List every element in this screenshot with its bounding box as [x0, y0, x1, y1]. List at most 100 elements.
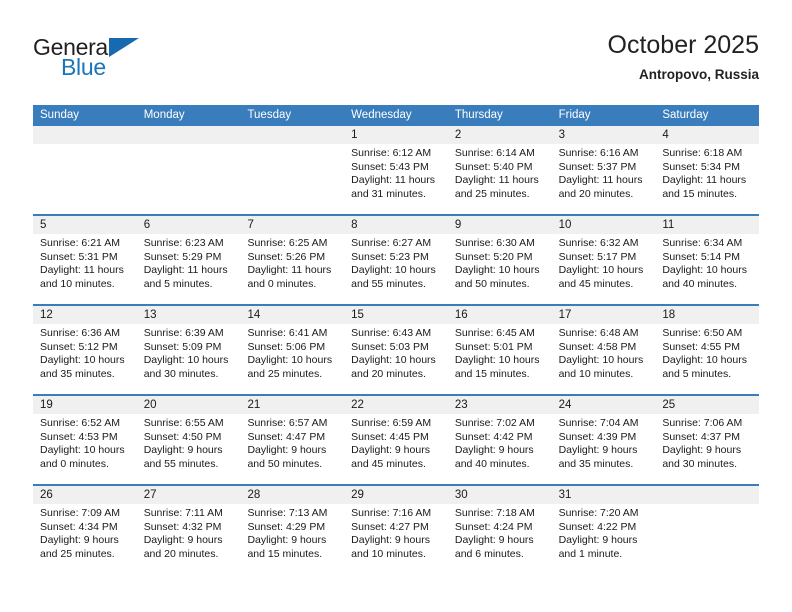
day-cell[interactable]: Sunrise: 6:45 AM Sunset: 5:01 PM Daylight:… — [448, 324, 552, 394]
day-number[interactable]: 1 — [344, 126, 448, 144]
day-cell[interactable]: Sunrise: 6:43 AM Sunset: 5:03 PM Daylight:… — [344, 324, 448, 394]
sunset-text: Sunset: 4:37 PM — [662, 430, 740, 443]
daylight-text-line2: and 1 minute. — [558, 547, 623, 560]
day-number[interactable]: 15 — [344, 306, 448, 324]
daylight-text-line1: Daylight: 11 hours — [351, 174, 436, 187]
day-cell-empty — [240, 144, 344, 214]
daylight-text-line2: and 55 minutes. — [351, 277, 426, 290]
day-number[interactable]: 12 — [33, 306, 137, 324]
day-number[interactable]: 28 — [240, 486, 344, 504]
day-cell[interactable]: Sunrise: 6:12 AM Sunset: 5:43 PM Daylight:… — [344, 144, 448, 214]
sunrise-text: Sunrise: 6:39 AM — [143, 327, 224, 339]
day-number[interactable]: 24 — [552, 396, 656, 414]
day-cell[interactable]: Sunrise: 6:14 AM Sunset: 5:40 PM Daylight:… — [448, 144, 552, 214]
day-number[interactable]: 3 — [552, 126, 656, 144]
day-cell[interactable]: Sunrise: 6:23 AM Sunset: 5:29 PM Daylight:… — [137, 234, 241, 304]
day-cell[interactable]: Sunrise: 7:18 AM Sunset: 4:24 PM Daylight:… — [448, 504, 552, 574]
day-number[interactable]: 16 — [448, 306, 552, 324]
day-number[interactable]: 9 — [448, 216, 552, 234]
day-cell[interactable]: Sunrise: 6:25 AM Sunset: 5:26 PM Daylight:… — [240, 234, 344, 304]
general-blue-logo[interactable]: General Blue — [33, 34, 233, 94]
daylight-text-line1: Daylight: 10 hours — [454, 354, 540, 367]
weekday-header-sunday: Sunday — [40, 109, 80, 121]
day-cell[interactable]: Sunrise: 6:16 AM Sunset: 5:37 PM Daylight:… — [552, 144, 656, 214]
daylight-text-line1: Daylight: 9 hours — [247, 444, 327, 457]
day-cell[interactable]: Sunrise: 6:57 AM Sunset: 4:47 PM Daylight:… — [240, 414, 344, 484]
day-number-empty — [655, 486, 759, 504]
daylight-text-line1: Daylight: 11 hours — [662, 174, 747, 187]
day-cell[interactable]: Sunrise: 6:55 AM Sunset: 4:50 PM Daylight:… — [137, 414, 241, 484]
daylight-text-line1: Daylight: 10 hours — [351, 264, 436, 277]
day-number-empty — [33, 126, 137, 144]
day-cell[interactable]: Sunrise: 6:41 AM Sunset: 5:06 PM Daylight:… — [240, 324, 344, 394]
day-number[interactable]: 27 — [137, 486, 241, 504]
day-cell-empty — [33, 144, 137, 214]
day-number[interactable]: 17 — [552, 306, 656, 324]
sunrise-text: Sunrise: 7:04 AM — [558, 417, 639, 429]
day-number[interactable]: 13 — [137, 306, 241, 324]
day-number[interactable]: 20 — [137, 396, 241, 414]
sunset-text: Sunset: 4:45 PM — [351, 430, 429, 443]
day-number[interactable]: 31 — [552, 486, 656, 504]
sunset-text: Sunset: 4:39 PM — [558, 430, 637, 443]
sunset-text: Sunset: 5:31 PM — [40, 250, 118, 263]
day-number[interactable]: 4 — [655, 126, 759, 144]
daylight-text-line2: and 6 minutes. — [454, 547, 524, 560]
day-number[interactable]: 14 — [240, 306, 344, 324]
sunrise-text: Sunrise: 6:57 AM — [247, 417, 328, 429]
day-cell[interactable]: Sunrise: 7:06 AM Sunset: 4:37 PM Daylight:… — [655, 414, 759, 484]
page-subtitle-location: Antropovo, Russia — [638, 67, 759, 82]
day-cell[interactable]: Sunrise: 6:50 AM Sunset: 4:55 PM Daylight:… — [655, 324, 759, 394]
day-number[interactable]: 21 — [240, 396, 344, 414]
day-cell[interactable]: Sunrise: 6:36 AM Sunset: 5:12 PM Daylight:… — [33, 324, 137, 394]
day-number[interactable]: 10 — [552, 216, 656, 234]
day-number[interactable]: 19 — [33, 396, 137, 414]
daylight-text-line2: and 31 minutes. — [351, 187, 426, 200]
day-cell[interactable]: Sunrise: 7:04 AM Sunset: 4:39 PM Daylight:… — [552, 414, 656, 484]
daylight-text-line2: and 10 minutes. — [558, 367, 634, 380]
day-number[interactable]: 8 — [344, 216, 448, 234]
day-cell[interactable]: Sunrise: 6:27 AM Sunset: 5:23 PM Daylight:… — [344, 234, 448, 304]
daylight-text-line1: Daylight: 10 hours — [662, 264, 747, 277]
sunrise-text: Sunrise: 6:52 AM — [40, 417, 120, 429]
daylight-text-line1: Daylight: 10 hours — [40, 354, 125, 367]
day-cell[interactable]: Sunrise: 6:18 AM Sunset: 5:34 PM Daylight:… — [655, 144, 759, 214]
day-number[interactable]: 7 — [240, 216, 344, 234]
day-cell[interactable]: Sunrise: 6:48 AM Sunset: 4:58 PM Daylight:… — [552, 324, 656, 394]
daylight-text-line1: Daylight: 9 hours — [558, 534, 638, 547]
day-cell[interactable]: Sunrise: 6:39 AM Sunset: 5:09 PM Daylight:… — [137, 324, 241, 394]
day-cell[interactable]: Sunrise: 7:09 AM Sunset: 4:34 PM Daylight:… — [33, 504, 137, 574]
day-cell[interactable]: Sunrise: 6:21 AM Sunset: 5:31 PM Daylight:… — [33, 234, 137, 304]
day-cell[interactable]: Sunrise: 6:30 AM Sunset: 5:20 PM Daylight:… — [448, 234, 552, 304]
day-cell[interactable]: Sunrise: 6:59 AM Sunset: 4:45 PM Daylight:… — [344, 414, 448, 484]
day-number-empty — [137, 126, 241, 144]
daylight-text-line2: and 25 minutes. — [454, 187, 530, 200]
sunrise-text: Sunrise: 7:09 AM — [40, 507, 120, 519]
daylight-text-line1: Daylight: 10 hours — [40, 444, 125, 457]
day-number[interactable]: 26 — [33, 486, 137, 504]
day-cell[interactable]: Sunrise: 7:13 AM Sunset: 4:29 PM Daylight:… — [240, 504, 344, 574]
day-number[interactable]: 6 — [137, 216, 241, 234]
day-cell[interactable]: Sunrise: 6:32 AM Sunset: 5:17 PM Daylight:… — [552, 234, 656, 304]
day-number[interactable]: 23 — [448, 396, 552, 414]
day-number[interactable]: 29 — [344, 486, 448, 504]
day-cell[interactable]: Sunrise: 7:20 AM Sunset: 4:22 PM Daylight:… — [552, 504, 656, 574]
daylight-text-line2: and 15 minutes. — [662, 187, 738, 200]
daylight-text-line1: Daylight: 9 hours — [454, 534, 534, 547]
sunrise-text: Sunrise: 6:21 AM — [40, 237, 120, 249]
day-number[interactable]: 5 — [33, 216, 137, 234]
day-number[interactable]: 2 — [448, 126, 552, 144]
day-number[interactable]: 25 — [655, 396, 759, 414]
sunrise-text: Sunrise: 6:18 AM — [662, 147, 743, 159]
day-cell[interactable]: Sunrise: 7:16 AM Sunset: 4:27 PM Daylight:… — [344, 504, 448, 574]
day-cell[interactable]: Sunrise: 6:52 AM Sunset: 4:53 PM Daylight:… — [33, 414, 137, 484]
day-number[interactable]: 22 — [344, 396, 448, 414]
day-number[interactable]: 18 — [655, 306, 759, 324]
day-cell[interactable]: Sunrise: 7:02 AM Sunset: 4:42 PM Daylight:… — [448, 414, 552, 484]
day-cell[interactable]: Sunrise: 6:34 AM Sunset: 5:14 PM Daylight:… — [655, 234, 759, 304]
logo-text-blue: Blue — [61, 54, 106, 80]
day-number[interactable]: 30 — [448, 486, 552, 504]
daylight-text-line2: and 20 minutes. — [558, 187, 634, 200]
day-cell[interactable]: Sunrise: 7:11 AM Sunset: 4:32 PM Daylight:… — [137, 504, 241, 574]
day-number[interactable]: 11 — [655, 216, 759, 234]
